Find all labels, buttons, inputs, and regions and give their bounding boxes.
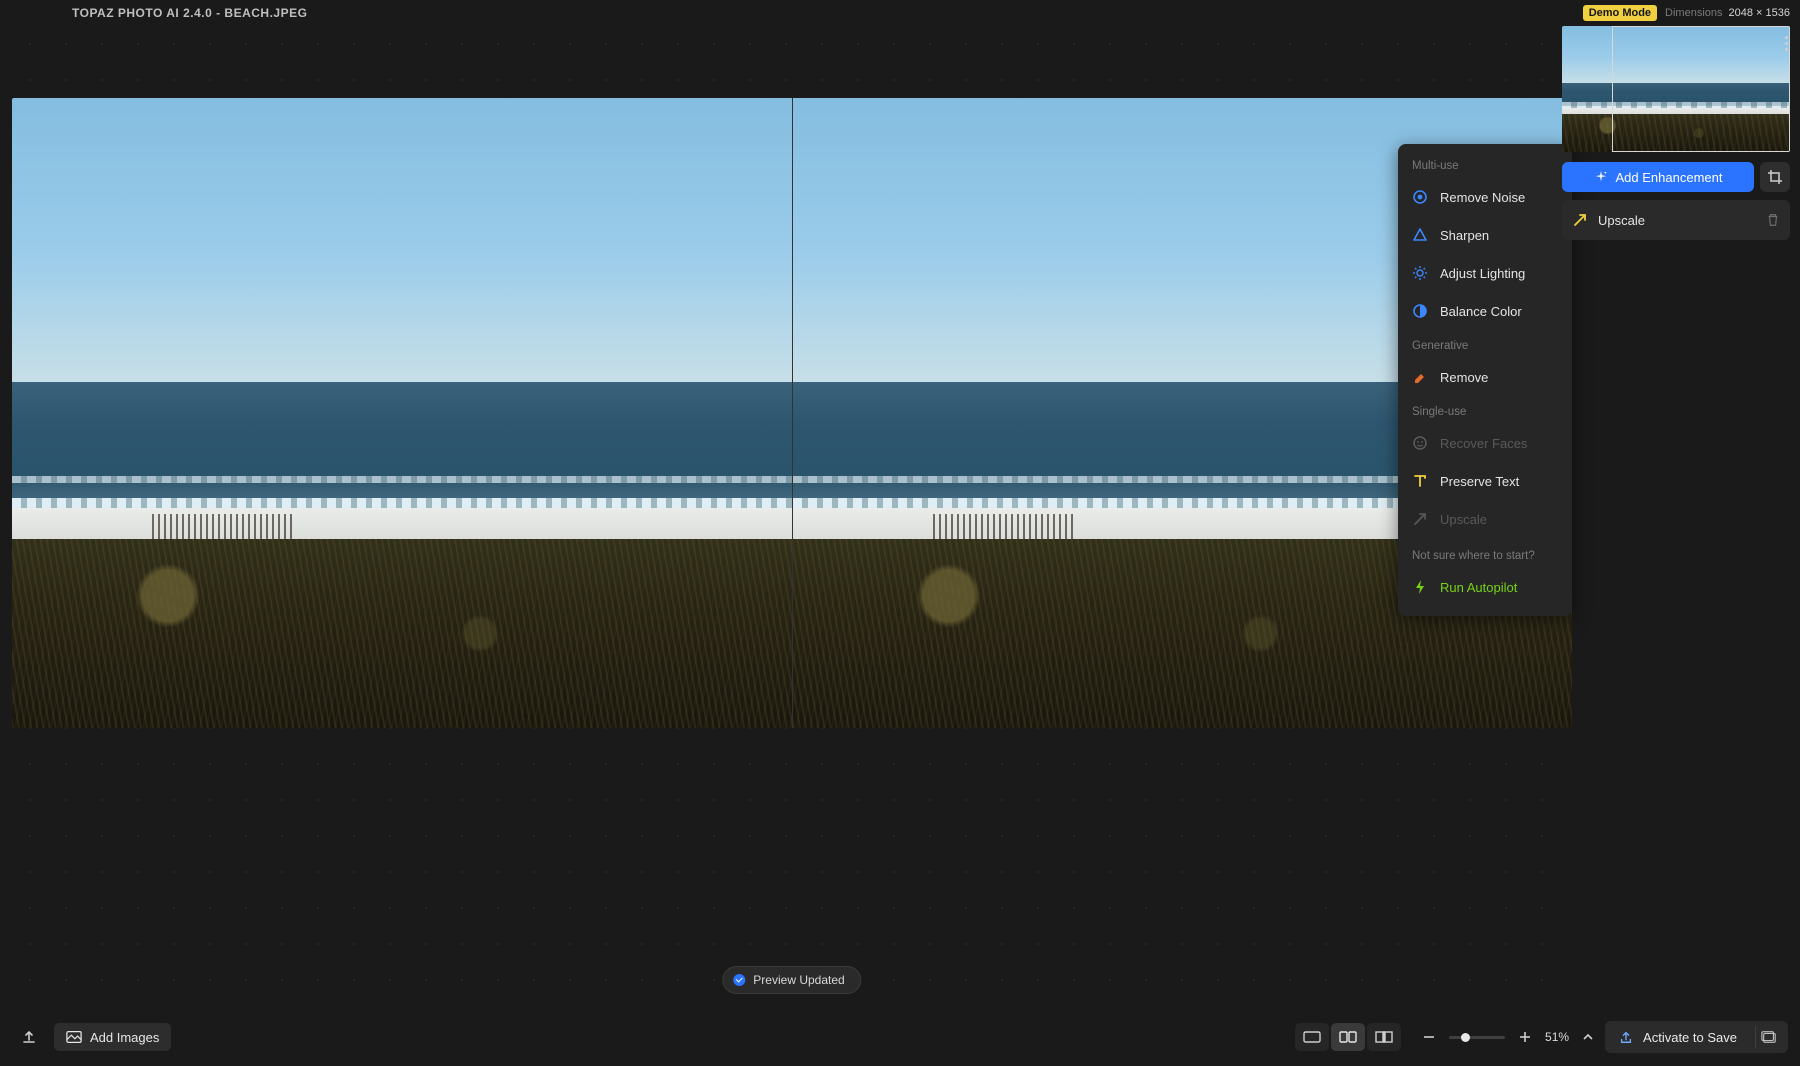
navigator-viewport[interactable] xyxy=(1612,26,1790,152)
menu-item-adjust-lighting[interactable]: Adjust Lighting xyxy=(1398,254,1572,292)
dimensions-value: 2048 × 1536 xyxy=(1729,7,1790,19)
view-single-button[interactable] xyxy=(1295,1023,1329,1051)
enhancement-menu: Multi-use Remove Noise Sharpen Adjust Li… xyxy=(1398,144,1572,616)
add-images-button[interactable]: Add Images xyxy=(54,1023,171,1051)
balance-color-icon xyxy=(1412,303,1428,319)
preview-status-pill: Preview Updated xyxy=(722,966,861,994)
add-enhancement-label: Add Enhancement xyxy=(1616,170,1723,185)
zoom-out-button[interactable] xyxy=(1419,1023,1439,1051)
right-sidebar: Add Enhancement Upscale xyxy=(1552,26,1800,1008)
menu-item-sharpen[interactable]: Sharpen xyxy=(1398,216,1572,254)
compare-pane-left[interactable] xyxy=(12,98,792,728)
menu-section-generative: Generative xyxy=(1398,330,1572,358)
zoom-value: 51% xyxy=(1545,1030,1569,1044)
text-icon xyxy=(1412,473,1428,489)
menu-item-balance-color[interactable]: Balance Color xyxy=(1398,292,1572,330)
zoom-in-button[interactable] xyxy=(1515,1023,1535,1051)
menu-item-recover-faces[interactable]: Recover Faces xyxy=(1398,424,1572,462)
check-icon xyxy=(733,974,745,986)
menu-section-multi-use: Multi-use xyxy=(1398,150,1572,178)
split-view-icon xyxy=(1375,1031,1393,1043)
view-split-button[interactable] xyxy=(1367,1023,1401,1051)
applied-filter-label: Upscale xyxy=(1598,213,1645,228)
compare-view[interactable] xyxy=(12,98,1572,728)
face-icon xyxy=(1412,435,1428,451)
zoom-slider[interactable] xyxy=(1449,1036,1505,1039)
bottom-bar: Add Images 51% xyxy=(0,1008,1800,1066)
delete-filter-button[interactable] xyxy=(1766,213,1780,227)
activate-label: Activate to Save xyxy=(1643,1030,1737,1045)
image-icon xyxy=(66,1030,82,1044)
menu-item-preserve-text[interactable]: Preserve Text xyxy=(1398,462,1572,500)
adjust-lighting-icon xyxy=(1412,265,1428,281)
images-icon xyxy=(1761,1030,1777,1044)
minus-icon xyxy=(1423,1031,1435,1043)
menu-item-label: Remove xyxy=(1440,370,1488,385)
remove-noise-icon xyxy=(1412,189,1428,205)
menu-item-label: Adjust Lighting xyxy=(1440,266,1525,281)
menu-item-label: Upscale xyxy=(1440,512,1487,527)
more-options-button[interactable] xyxy=(1778,36,1794,51)
chevron-up-icon xyxy=(1583,1032,1593,1042)
app-title: TOPAZ PHOTO AI 2.4.0 - BEACH.JPEG xyxy=(72,6,307,20)
menu-hint: Not sure where to start? xyxy=(1398,538,1572,568)
export-icon xyxy=(1619,1030,1633,1044)
upscale-icon xyxy=(1412,511,1428,527)
trash-icon xyxy=(1766,213,1780,227)
sharpen-icon xyxy=(1412,227,1428,243)
zoom-menu-button[interactable] xyxy=(1579,1023,1597,1051)
add-images-label: Add Images xyxy=(90,1030,159,1045)
preview-status-label: Preview Updated xyxy=(753,973,844,987)
activate-to-save-button[interactable]: Activate to Save xyxy=(1605,1021,1788,1053)
menu-item-remove-noise[interactable]: Remove Noise xyxy=(1398,178,1572,216)
single-view-icon xyxy=(1303,1031,1321,1043)
bolt-icon xyxy=(1412,579,1428,595)
zoom-slider-knob[interactable] xyxy=(1461,1033,1470,1042)
sparkle-icon xyxy=(1594,170,1608,184)
add-enhancement-button[interactable]: Add Enhancement xyxy=(1562,162,1754,192)
eraser-icon xyxy=(1412,369,1428,385)
zoom-controls: 51% xyxy=(1419,1023,1597,1051)
menu-section-single-use: Single-use xyxy=(1398,396,1572,424)
plus-icon xyxy=(1519,1031,1531,1043)
upscale-icon xyxy=(1572,212,1588,228)
canvas-area[interactable]: Multi-use Remove Noise Sharpen Adjust Li… xyxy=(12,26,1572,1008)
menu-item-label: Recover Faces xyxy=(1440,436,1527,451)
view-side-by-side-button[interactable] xyxy=(1331,1023,1365,1051)
menu-item-label: Preserve Text xyxy=(1440,474,1519,489)
menu-item-upscale[interactable]: Upscale xyxy=(1398,500,1572,538)
crop-button[interactable] xyxy=(1760,162,1790,192)
crop-icon xyxy=(1767,169,1783,185)
side-by-side-icon xyxy=(1339,1031,1357,1043)
menu-item-label: Remove Noise xyxy=(1440,190,1525,205)
menu-item-run-autopilot[interactable]: Run Autopilot xyxy=(1398,568,1572,606)
upload-button[interactable] xyxy=(12,1023,46,1051)
view-mode-group xyxy=(1295,1023,1401,1051)
upload-icon xyxy=(21,1029,37,1045)
applied-filter-upscale[interactable]: Upscale xyxy=(1562,200,1790,240)
menu-item-remove[interactable]: Remove xyxy=(1398,358,1572,396)
dimensions-label: Dimensions xyxy=(1665,7,1722,19)
menu-item-label: Run Autopilot xyxy=(1440,580,1517,595)
menu-item-label: Balance Color xyxy=(1440,304,1522,319)
navigator-thumbnail[interactable] xyxy=(1562,26,1790,152)
save-options-button[interactable] xyxy=(1755,1026,1782,1048)
menu-item-label: Sharpen xyxy=(1440,228,1489,243)
demo-mode-badge: Demo Mode xyxy=(1583,5,1657,21)
